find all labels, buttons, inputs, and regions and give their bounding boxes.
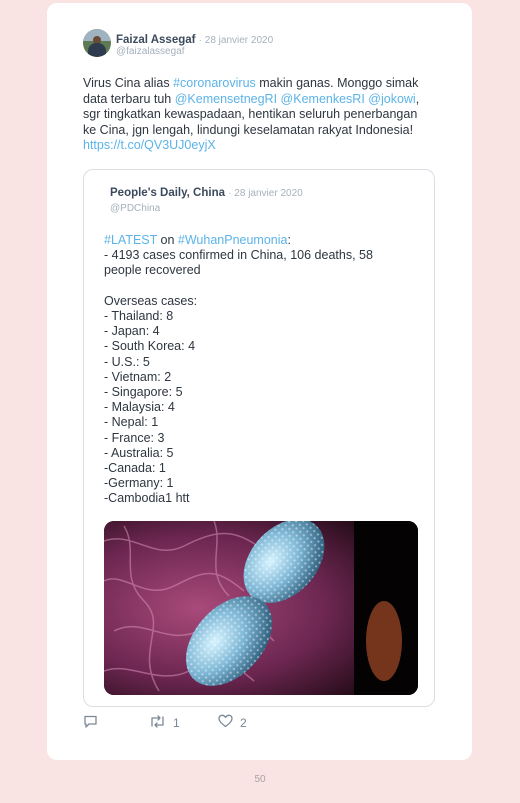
avatar[interactable] [83, 29, 111, 57]
quoted-connector: on [157, 233, 178, 247]
like-button[interactable]: 2 [218, 714, 247, 731]
quoted-line: - U.S.: 5 [104, 354, 150, 369]
quoted-line: -Germany: 1 [104, 476, 174, 491]
tweet-actions: 1 2 [83, 714, 383, 738]
quoted-line: - Japan: 4 [104, 324, 160, 339]
tweet-date[interactable]: · 28 janvier 2020 [199, 35, 274, 46]
hashtag-link[interactable]: #WuhanPneumonia [178, 233, 288, 247]
tweet-link[interactable]: @KemenkesRI [281, 92, 365, 106]
quoted-author-name: People's Daily, China [110, 187, 225, 199]
quoted-line: - Australia: 5 [104, 445, 174, 460]
retweet-icon [149, 714, 166, 732]
page-number: 50 [254, 774, 266, 785]
quoted-line: Overseas cases: [104, 293, 198, 308]
hashtag-link[interactable]: #LATEST [104, 233, 157, 247]
quoted-first-line: #LATEST on #WuhanPneumonia: [104, 233, 424, 248]
quoted-date: · 28 janvier 2020 [228, 188, 303, 199]
author-name[interactable]: Faizal Assegaf [116, 34, 195, 46]
heart-icon [218, 714, 233, 731]
like-count: 2 [240, 715, 247, 730]
quoted-line: people recovered [104, 263, 201, 278]
quoted-lines: - 4193 cases confirmed in China, 106 dea… [104, 248, 424, 506]
quoted-author-line: People's Daily, China · 28 janvier 2020 [110, 187, 303, 199]
reply-button[interactable] [83, 714, 98, 732]
tweet-text-segment: Virus Cina alias [83, 76, 174, 90]
tweet-link[interactable]: @KemensetnegRI [175, 92, 277, 106]
quoted-line: - Nepal: 1 [104, 415, 159, 430]
quoted-line: -Cambodia1 htt [104, 491, 190, 506]
quoted-line: - Malaysia: 4 [104, 400, 175, 415]
reply-icon [83, 714, 98, 732]
tweet-card: Faizal Assegaf · 28 janvier 2020 @faizal… [47, 3, 472, 760]
retweet-count: 1 [173, 716, 180, 730]
bacteria-image[interactable] [104, 521, 418, 695]
quoted-line: - 4193 cases confirmed in China, 106 dea… [104, 248, 373, 263]
author-handle[interactable]: @faizalassegaf [116, 46, 185, 57]
quoted-line: - Vietnam: 2 [104, 369, 172, 384]
tweet-link[interactable]: @jokowi [368, 92, 415, 106]
quoted-handle: @PDChina [110, 203, 161, 214]
quoted-tweet[interactable]: People's Daily, China · 28 janvier 2020 … [83, 169, 435, 707]
quoted-text: #LATEST on #WuhanPneumonia: - 4193 cases… [104, 233, 424, 507]
quoted-line: -Canada: 1 [104, 461, 166, 476]
quoted-colon: : [287, 233, 291, 247]
author-line: Faizal Assegaf · 28 janvier 2020 [116, 34, 273, 46]
tweet-link[interactable]: https://t.co/QV3UJ0eyjX [83, 138, 216, 152]
retweet-button[interactable]: 1 [149, 714, 180, 732]
quoted-line: - Singapore: 5 [104, 385, 183, 400]
avatar-body [88, 43, 106, 57]
tweet-link[interactable]: #coronarovirus [173, 76, 256, 90]
quoted-line: - Thailand: 8 [104, 309, 174, 324]
bacteria-illustration [104, 521, 418, 695]
quoted-line: - South Korea: 4 [104, 339, 196, 354]
tweet-text: Virus Cina alias #coronarovirus makin ga… [83, 76, 433, 154]
quoted-line: - France: 3 [104, 430, 165, 445]
